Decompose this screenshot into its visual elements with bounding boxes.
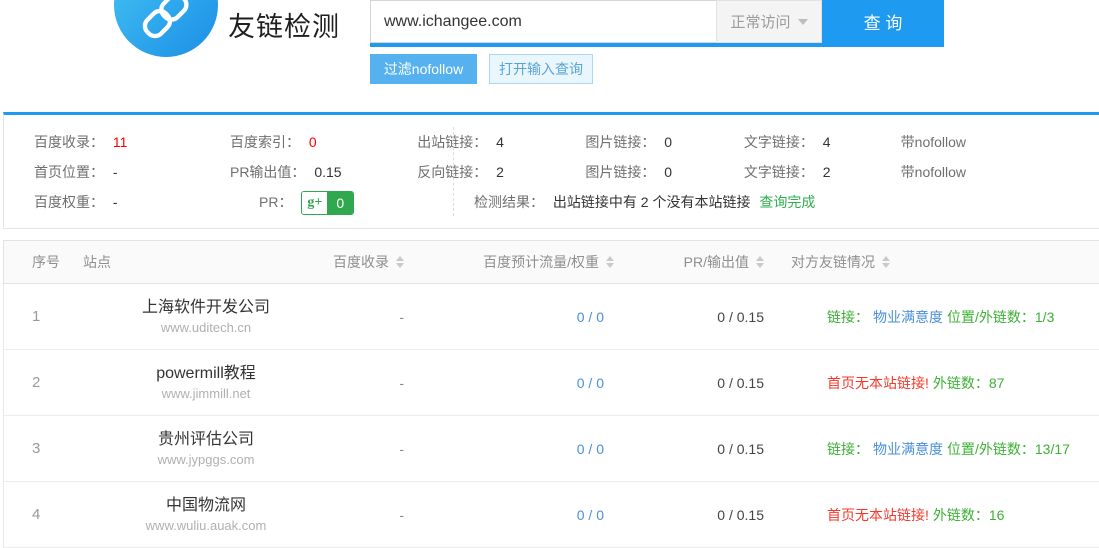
stat-image-links-back: 图片链接： 0 [585,157,744,187]
site-url: www.uditech.cn [161,319,251,337]
row-index: 2 [4,350,79,415]
panel-divider [453,127,454,216]
stats-panel: 百度收录： 11 百度索引： 0 出站链接： 4 图片链接： 0 文字链接： 4… [3,112,1099,229]
search-accent-bar [370,43,944,47]
page-title: 友链检测 [228,5,340,44]
link-status-cell: 首页无本站链接! 外链数：87 [779,350,1099,415]
site-url: www.jypggs.com [158,451,255,469]
search-input[interactable] [370,0,716,43]
stat-baidu-weight: 百度权重： - [34,187,259,217]
access-mode-label: 正常访问 [730,11,790,32]
filter-nofollow-button[interactable]: 过滤nofollow [370,54,477,84]
stat-baidu-index: 百度索引： 0 [230,127,402,157]
no-backlink-warning: 首页无本站链接! [827,505,929,525]
stat-nofollow-back: 带nofollow [901,157,1099,187]
stats-row-2: 首页位置： - PR输出值： 0.15 反向链接： 2 图片链接： 0 文字链接… [34,157,1099,187]
traffic-weight-link[interactable]: 0 / 0 [429,416,629,481]
chain-link-icon [135,0,197,57]
row-index: 3 [4,416,79,481]
link-status-cell: 链接：物业满意度 位置/外链数：1/3 [779,284,1099,349]
stats-row-3: 百度权重： - PR： g+0 检测结果： 出站链接中有 2 个没有本站链接 查… [34,187,1099,217]
site-name-link[interactable]: 贵州评估公司 [158,429,254,451]
site-name-link[interactable]: powermill教程 [156,363,256,385]
traffic-weight-link[interactable]: 0 / 0 [429,284,629,349]
site-name-link[interactable]: 上海软件开发公司 [142,297,270,319]
baidu-included-value: - [329,350,429,415]
stat-nofollow-out: 带nofollow [901,127,1099,157]
site-cell: 贵州评估公司 www.jypggs.com [79,416,329,481]
results-table: 序号 站点 百度收录 百度预计流量/权重 PR/输出值 对方友链情况 1 上海软… [3,240,1099,548]
table-row: 4 中国物流网 www.wuliu.auak.com - 0 / 0 0 / 0… [3,482,1099,548]
traffic-weight-link[interactable]: 0 / 0 [429,350,629,415]
stat-detect-result: 检测结果： 出站链接中有 2 个没有本站链接 查询完成 [474,187,815,217]
google-pr-badge: g+0 [301,191,354,215]
site-cell: 上海软件开发公司 www.uditech.cn [79,284,329,349]
sort-icon[interactable] [882,256,890,268]
header-baidu-included[interactable]: 百度收录 [329,241,429,283]
header-site: 站点 [79,241,329,283]
site-url: www.jimmill.net [162,385,251,403]
sort-icon[interactable] [606,256,614,268]
stat-outbound-links: 出站链接： 4 [417,127,585,157]
row-index: 4 [4,482,79,547]
sort-icon[interactable] [756,256,764,268]
table-row: 3 贵州评估公司 www.jypggs.com - 0 / 0 0 / 0.15… [3,416,1099,482]
header-pr-output[interactable]: PR/输出值 [629,241,779,283]
stat-text-links-back: 文字链接： 2 [744,157,901,187]
stats-row-1: 百度收录： 11 百度索引： 0 出站链接： 4 图片链接： 0 文字链接： 4… [34,127,1099,157]
google-plus-icon: g+ [302,192,327,214]
pr-output-value: 0 / 0.15 [629,284,779,349]
link-status-cell: 链接：物业满意度 位置/外链数：13/17 [779,416,1099,481]
stat-pr-output: PR输出值： 0.15 [230,157,402,187]
stat-text-links-out: 文字链接： 4 [744,127,901,157]
site-name-link[interactable]: 中国物流网 [166,495,246,517]
anchor-text-link[interactable]: 物业满意度 [873,307,943,327]
open-input-query-button[interactable]: 打开输入查询 [489,54,593,84]
stat-backlinks: 反向链接： 2 [417,157,585,187]
stat-home-position: 首页位置： - [34,157,230,187]
stat-pr: PR： g+0 [259,187,456,217]
header-link-status[interactable]: 对方友链情况 [779,241,1099,283]
top-bar: 友链检测 正常访问 查 询 过滤nofollow 打开输入查询 [0,0,1099,112]
no-backlink-warning: 首页无本站链接! [827,373,929,393]
friend-link-logo [114,0,218,57]
table-row: 1 上海软件开发公司 www.uditech.cn - 0 / 0 0 / 0.… [3,284,1099,350]
traffic-weight-link[interactable]: 0 / 0 [429,482,629,547]
row-index: 1 [4,284,79,349]
query-button[interactable]: 查 询 [822,0,944,43]
table-header-row: 序号 站点 百度收录 百度预计流量/权重 PR/输出值 对方友链情况 [3,240,1099,284]
site-cell: 中国物流网 www.wuliu.auak.com [79,482,329,547]
sort-icon[interactable] [396,256,404,268]
header-traffic-weight[interactable]: 百度预计流量/权重 [429,241,629,283]
chevron-down-icon [798,19,808,25]
stat-image-links-out: 图片链接： 0 [585,127,744,157]
baidu-included-value: - [329,284,429,349]
baidu-included-value: - [329,482,429,547]
query-complete-status: 查询完成 [759,194,815,210]
header-index: 序号 [4,241,79,283]
pr-output-value: 0 / 0.15 [629,350,779,415]
site-url: www.wuliu.auak.com [146,517,267,535]
access-mode-dropdown[interactable]: 正常访问 [716,0,822,43]
pr-output-value: 0 / 0.15 [629,482,779,547]
link-status-cell: 首页无本站链接! 外链数：16 [779,482,1099,547]
anchor-text-link[interactable]: 物业满意度 [873,439,943,459]
stat-baidu-included: 百度收录： 11 [34,127,230,157]
baidu-included-value: - [329,416,429,481]
pr-output-value: 0 / 0.15 [629,416,779,481]
table-row: 2 powermill教程 www.jimmill.net - 0 / 0 0 … [3,350,1099,416]
site-cell: powermill教程 www.jimmill.net [79,350,329,415]
